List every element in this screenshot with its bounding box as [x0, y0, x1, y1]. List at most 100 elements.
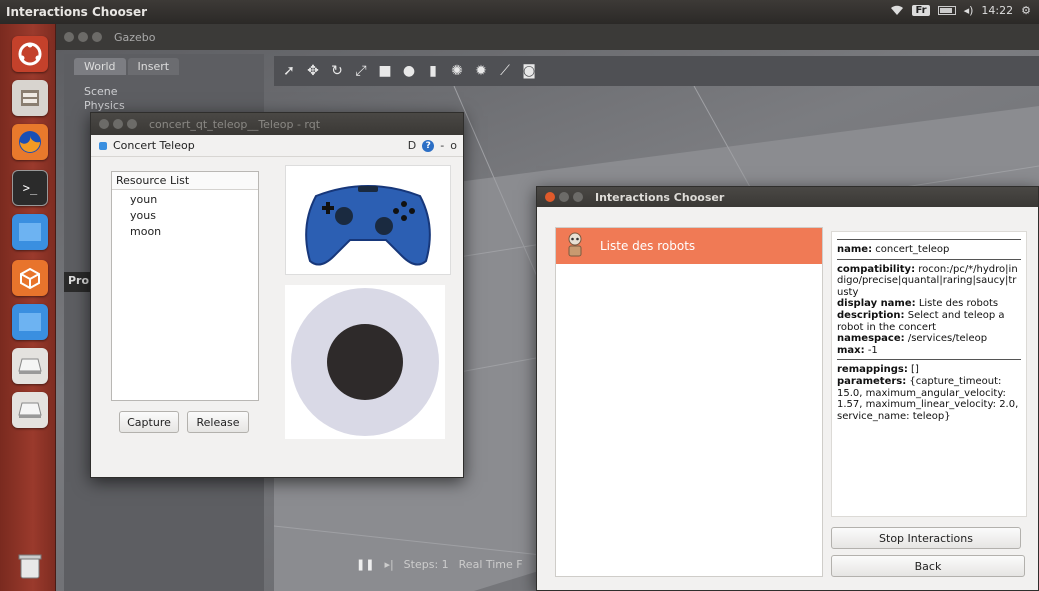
detail-key: name: — [837, 244, 873, 255]
scale-icon[interactable]: ⤢ — [352, 62, 370, 80]
rotate-icon[interactable]: ↻ — [328, 62, 346, 80]
top-panel: Interactions Chooser Fr ◂) 14:22 ⚙ — [0, 0, 1039, 24]
pause-icon[interactable]: ❚❚ — [356, 558, 374, 571]
detail-key: remappings: — [837, 364, 908, 376]
gazebo-titlebar: Gazebo — [56, 24, 1039, 50]
plugin-title: Concert Teleop — [113, 139, 195, 152]
spot-light-icon[interactable]: ✹ — [472, 62, 490, 80]
detail-key: max: — [837, 344, 865, 356]
unity-launcher: >_ — [0, 24, 56, 591]
settings-gear-icon[interactable]: ⚙ — [1021, 4, 1031, 17]
steps-control[interactable]: Steps: 1 — [404, 558, 449, 571]
back-button[interactable]: Back — [831, 555, 1025, 577]
tab-world[interactable]: World — [74, 58, 126, 75]
box-shape-icon[interactable]: ■ — [376, 62, 394, 80]
minimize-icon[interactable] — [559, 192, 569, 202]
rviz-launcher-button[interactable] — [12, 260, 48, 296]
rqt-titlebar: concert_qt_teleop__Teleop - rqt — [91, 113, 463, 135]
interaction-label: Liste des robots — [600, 239, 696, 253]
minimize-icon[interactable] — [113, 119, 123, 129]
detail-remappings-value: [] — [911, 364, 919, 376]
drive-icon — [18, 358, 42, 374]
app-launcher-button-1[interactable] — [12, 214, 48, 250]
close-icon[interactable] — [99, 119, 109, 129]
tree-item-physics[interactable]: Physics — [84, 99, 244, 113]
joystick-knob — [327, 324, 403, 400]
joystick-pad[interactable] — [285, 285, 445, 439]
detail-key: description: — [837, 309, 905, 321]
keyboard-layout-indicator[interactable]: Fr — [912, 5, 930, 16]
resource-list-header: Resource List — [112, 172, 258, 190]
trash-icon — [18, 554, 42, 579]
firefox-launcher-button[interactable] — [12, 124, 48, 160]
help-icon[interactable]: ? — [422, 139, 435, 152]
dock-toggle-button[interactable]: D — [408, 139, 416, 152]
camera-icon[interactable]: ◙ — [520, 62, 538, 80]
plugin-puzzle-icon — [99, 141, 107, 150]
battery-icon[interactable] — [937, 6, 956, 15]
detail-key: compatibility: — [837, 263, 916, 275]
drive-launcher-button-2[interactable] — [12, 392, 48, 428]
release-button[interactable]: Release — [187, 411, 249, 433]
rqt-window-title: concert_qt_teleop__Teleop - rqt — [149, 117, 321, 131]
indicator-area: Fr ◂) 14:22 ⚙ — [890, 4, 1031, 17]
ubuntu-logo-icon — [18, 42, 42, 66]
realtime-factor-label: Real Time F — [458, 557, 523, 571]
gazebo-toolbar: ➚ ✥ ↻ ⤢ ■ ● ▮ ✺ ✹ ⟋ ◙ — [274, 56, 1039, 86]
app-launcher-button-2[interactable] — [12, 304, 48, 340]
rqt-teleop-window: concert_qt_teleop__Teleop - rqt Concert … — [90, 112, 464, 478]
drive-icon — [18, 402, 42, 418]
close-plugin-icon[interactable]: o — [450, 139, 457, 152]
step-icon[interactable]: ▸| — [384, 558, 393, 571]
list-item[interactable]: yous — [112, 208, 258, 224]
list-item-liste-des-robots[interactable]: Liste des robots — [556, 228, 822, 264]
firefox-icon — [19, 131, 41, 153]
virtual-joystick[interactable] — [285, 285, 445, 439]
chooser-titlebar: Interactions Chooser — [537, 187, 1038, 207]
detail-key: parameters: — [837, 375, 907, 387]
cylinder-shape-icon[interactable]: ▮ — [424, 62, 442, 80]
active-app-title: Interactions Chooser — [6, 5, 148, 19]
resource-list[interactable]: Resource List youn yous moon — [111, 171, 259, 401]
dash-home-button[interactable] — [12, 36, 48, 72]
minimize-icon[interactable] — [78, 32, 88, 42]
window-icon — [19, 223, 41, 241]
robot-icon — [568, 232, 582, 257]
detail-namespace-value: /services/teleop — [907, 333, 988, 345]
tree-item-scene[interactable]: Scene — [84, 85, 244, 99]
detail-name-value: concert_teleop — [875, 244, 950, 255]
detail-max-value: -1 — [867, 344, 878, 356]
minimize-plugin-icon[interactable]: - — [440, 139, 444, 152]
plugin-header: Concert Teleop D ? - o — [91, 135, 463, 157]
clock[interactable]: 14:22 — [981, 4, 1013, 17]
maximize-icon[interactable] — [573, 192, 583, 202]
close-icon[interactable] — [64, 32, 74, 42]
list-item[interactable]: moon — [112, 224, 258, 240]
maximize-icon[interactable] — [92, 32, 102, 42]
terminal-icon: >_ — [22, 181, 38, 195]
drive-launcher-button-1[interactable] — [12, 348, 48, 384]
interactions-list[interactable]: Liste des robots — [555, 227, 823, 577]
maximize-icon[interactable] — [127, 119, 137, 129]
directional-light-icon[interactable]: ⟋ — [496, 62, 514, 80]
stop-interactions-button[interactable]: Stop Interactions — [831, 527, 1021, 549]
files-launcher-button[interactable] — [12, 80, 48, 116]
volume-icon[interactable]: ◂) — [964, 4, 974, 17]
gamepad-image — [285, 165, 451, 275]
gazebo-title: Gazebo — [114, 30, 156, 44]
terminal-launcher-button[interactable]: >_ — [12, 170, 48, 206]
capture-button[interactable]: Capture — [119, 411, 179, 433]
interaction-details-panel: name: concert_teleop compatibility: roco… — [831, 231, 1027, 517]
translate-icon[interactable]: ✥ — [304, 62, 322, 80]
close-icon[interactable] — [545, 192, 555, 202]
wifi-icon[interactable] — [890, 5, 904, 16]
sphere-shape-icon[interactable]: ● — [400, 62, 418, 80]
select-arrow-icon[interactable]: ➚ — [280, 62, 298, 80]
plugin-controls: D ? - o — [408, 139, 457, 152]
gamepad-icon — [305, 185, 431, 266]
list-item[interactable]: youn — [112, 192, 258, 208]
tab-insert[interactable]: Insert — [127, 58, 180, 75]
trash-launcher-button[interactable] — [12, 548, 48, 584]
point-light-icon[interactable]: ✺ — [448, 62, 466, 80]
window-icon — [19, 313, 41, 331]
